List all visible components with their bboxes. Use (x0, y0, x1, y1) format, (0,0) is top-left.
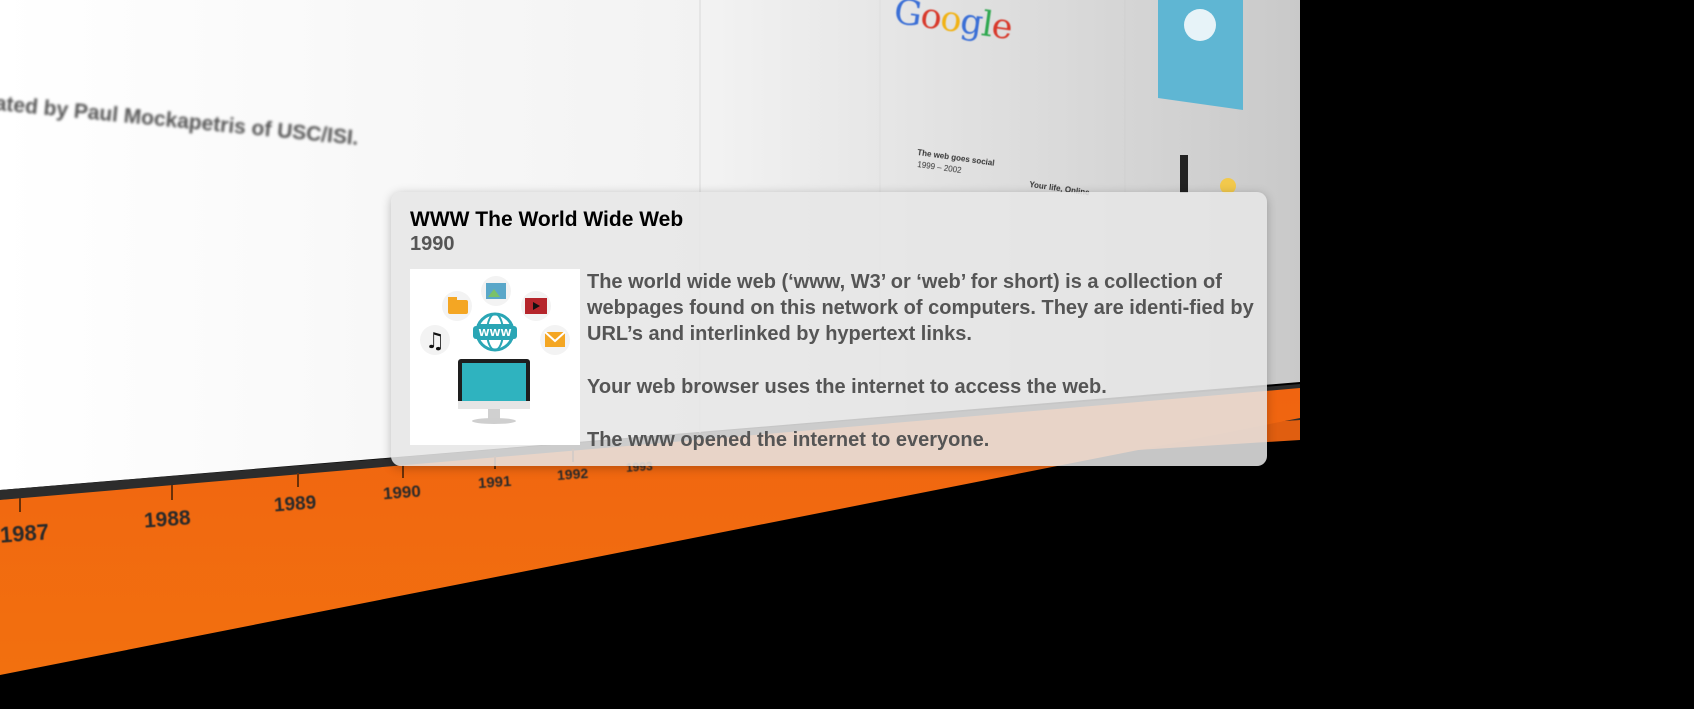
popup-paragraph: The www opened the internet to everyone. (587, 429, 990, 451)
popup-title: WWW The World Wide Web (410, 208, 684, 231)
svg-text:♫: ♫ (425, 329, 445, 354)
year-label-1990: 1990 (382, 481, 422, 504)
year-label-1991: 1991 (477, 472, 512, 493)
timeline-stage: ated by Paul Mockapetris of USC/ISI. 198… (0, 0, 1694, 709)
www-globe-computer-icon: ♫ WWW (410, 269, 580, 445)
year-label-1988: 1988 (143, 506, 192, 533)
year-label-1987: 1987 (0, 519, 50, 548)
popup-description: The world wide web (‘www, W3’ or ‘web’ f… (587, 269, 1257, 480)
popup-year: 1990 (410, 233, 455, 255)
popup-paragraph: Your web browser uses the internet to ac… (587, 376, 1107, 398)
year-label-1989: 1989 (273, 492, 317, 517)
event-popup[interactable]: WWW The World Wide Web 1990 ♫ WWW The wo… (391, 192, 1267, 466)
www-image-label: WWW (478, 328, 511, 339)
year-label-1992: 1992 (556, 464, 589, 484)
popup-paragraph: The world wide web (‘www, W3’ or ‘web’ f… (587, 271, 1254, 345)
